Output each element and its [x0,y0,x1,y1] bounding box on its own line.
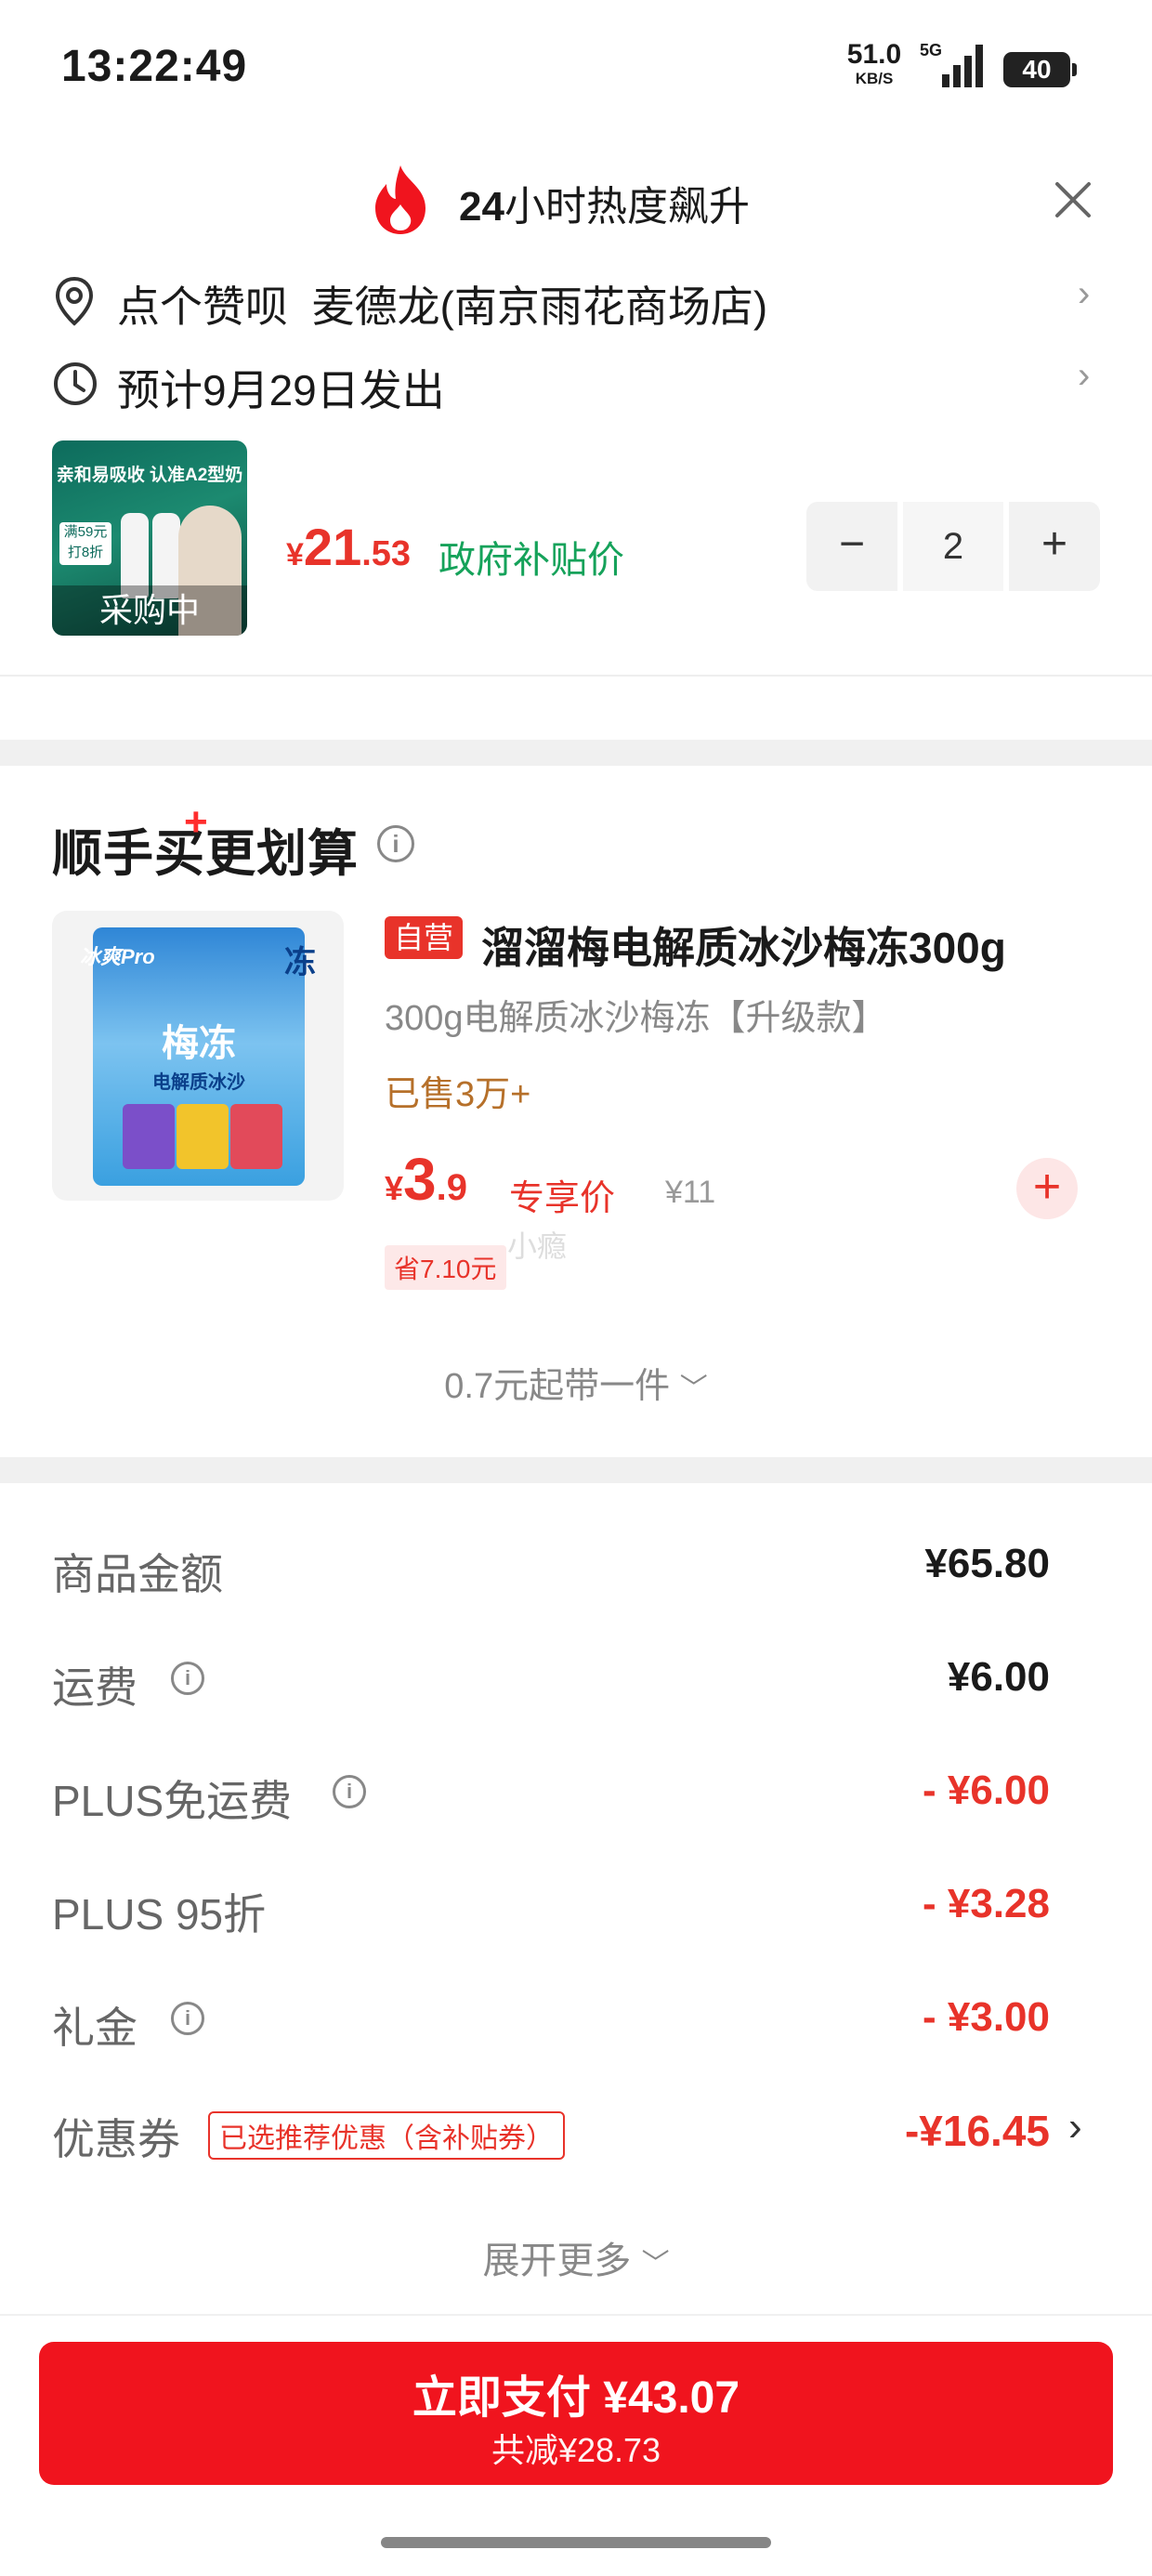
chevron-down-icon: ﹀ [679,1373,708,1404]
summary-label-plus-free-shipping: PLUS免运费 [52,1777,293,1825]
delivery-row[interactable]: 预计9月29日发出 › [0,351,1152,416]
summary-amount-gift-money: - ¥3.00 [923,1994,1050,2040]
pay-button-label: 立即支付 ¥43.07 [412,2373,740,2423]
clock-icon [54,362,97,405]
increase-button[interactable]: + [1009,502,1100,591]
header-title: 24小时热度飙升 [459,184,750,230]
decrease-button[interactable]: − [806,502,897,591]
subsidy-label: 政府补贴价 [439,540,624,581]
watermark: 小瘾 [507,1229,568,1263]
flame-icon [375,165,425,234]
flavor-pack [230,1104,282,1169]
section-separator [0,1457,1152,1483]
addon-product-name[interactable]: 溜溜梅电解质冰沙梅冻300g [481,914,1006,976]
addon-product-image[interactable]: 冰爽Pro 冻 梅冻 电解质冰沙 [52,911,344,1201]
home-indicator[interactable] [381,2537,771,2548]
network-speed: 51.0 KB/S [842,39,907,87]
savings-badge: 省7.10元 [385,1245,506,1290]
summary-label-gift-money: 礼金 [52,2004,137,2052]
bag-title: 梅冻 [162,1023,236,1064]
status-time: 13:22:49 [61,42,248,91]
bag-corner-text: 冻 [284,945,316,980]
self-operated-badge: 自营 [385,916,464,959]
network-speed-value: 51.0 [846,39,902,70]
bag-brand: 冰爽Pro [80,945,155,968]
summary-amount-goods: ¥65.80 [924,1541,1050,1586]
thumbnail-slogan: 亲和易吸收 认准A2型奶 [56,466,243,485]
info-icon[interactable]: i [171,1662,204,1695]
addon-product-spec: 300g电解质冰沙梅冻【升级款】 [385,999,887,1038]
summary-amount-coupon: -¥16.45 [904,2107,1050,2155]
summary-label-coupon: 优惠券 [52,2115,180,2163]
summary-amount-shipping: ¥6.00 [947,1654,1050,1700]
section-title-plus: + [184,799,208,845]
bag-subtitle: 电解质冰沙 [152,1072,245,1093]
info-icon[interactable]: i [377,825,414,862]
location-pin-icon [55,276,94,326]
divider [0,2314,1152,2316]
summary-label-plus-discount: PLUS 95折 [52,1890,267,1939]
chevron-right-icon: › [1078,355,1091,396]
delivery-text: 预计9月29日发出 [117,366,445,414]
signal-icon [942,45,983,87]
flavor-pack [123,1104,175,1169]
thumbnail-discount-badge: 满59元打8折 [59,522,111,565]
addon-product-price: ¥3.9 [385,1146,467,1213]
sold-count: 已售3万+ [385,1075,531,1114]
summary-label-shipping: 运费 [52,1663,137,1712]
chevron-right-icon: › [1078,273,1091,314]
exclusive-price-label: 专享价 [509,1179,616,1218]
info-icon[interactable]: i [333,1775,366,1808]
address-text: 点个赞呗 麦德龙(南京雨花商场店) [117,283,768,331]
addon-more-link[interactable]: 0.7元起带一件 ﹀ [0,1357,1152,1408]
pay-button-savings: 共减¥28.73 [491,2431,661,2469]
product-price: ¥21.53 [286,518,412,576]
network-speed-unit: KB/S [855,70,894,87]
close-icon[interactable] [1050,177,1096,223]
coupon-selected-tag: 已选推荐优惠（含补贴券） [208,2111,565,2160]
section-separator [0,740,1152,766]
pay-now-button[interactable]: 立即支付 ¥43.07 共减¥28.73 [39,2342,1113,2485]
expand-more-link[interactable]: 展开更多 ﹀ [0,2230,1152,2284]
summary-label-goods: 商品金额 [52,1550,223,1598]
coupon-row[interactable]: 优惠券 已选推荐优惠（含补贴券） -¥16.45 › [0,2091,1152,2165]
quantity-value[interactable]: 2 [903,502,1003,591]
chevron-right-icon: › [1068,2104,1082,2149]
purchasing-status: 采购中 [52,585,247,636]
product-thumbnail[interactable]: 亲和易吸收 认准A2型奶 满59元打8折 采购中 [52,440,247,636]
flavor-pack [177,1104,229,1169]
divider [0,675,1152,677]
battery-icon: 40 [1003,52,1077,87]
summary-amount-plus-discount: - ¥3.28 [923,1881,1050,1926]
quantity-stepper: − 2 + [806,502,1100,591]
chevron-down-icon: ﹀ [641,2249,670,2280]
info-icon[interactable]: i [171,2002,204,2035]
summary-amount-plus-free-shipping: - ¥6.00 [923,1768,1050,1813]
address-row[interactable]: 点个赞呗 麦德龙(南京雨花商场店) › [0,269,1152,335]
original-price: ¥11 [665,1175,716,1210]
add-to-order-button[interactable]: + [1016,1158,1078,1219]
network-type: 5G [920,41,943,59]
